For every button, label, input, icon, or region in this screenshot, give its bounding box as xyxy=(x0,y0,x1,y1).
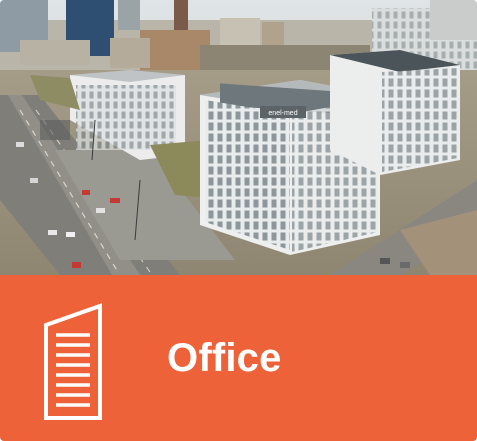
category-label: Office xyxy=(167,336,282,380)
building-sign: enel-med xyxy=(268,110,297,117)
category-banner: Office xyxy=(0,275,477,441)
office-buildings-photo: enel-med xyxy=(0,0,477,275)
office-category-card[interactable]: enel-med Office xyxy=(0,0,477,441)
office-building-icon xyxy=(44,303,102,420)
